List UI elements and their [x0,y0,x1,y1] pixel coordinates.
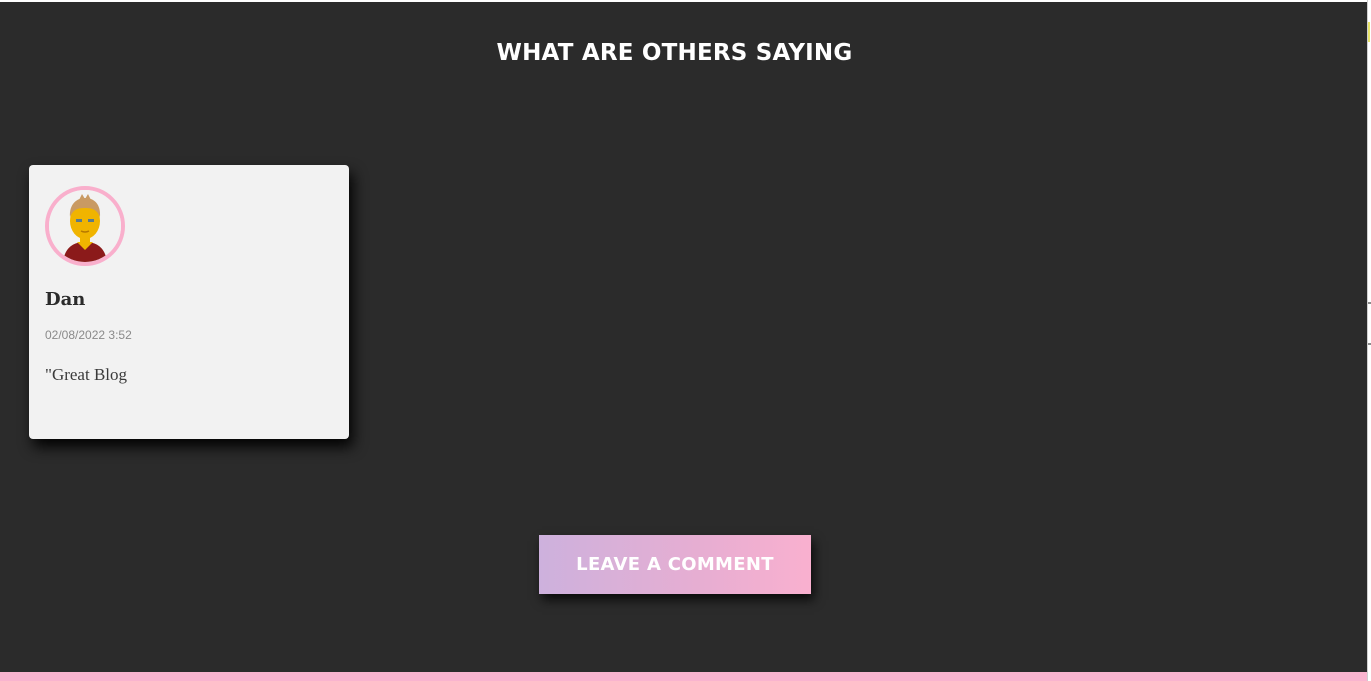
comment-date: 02/08/2022 3:52 [45,328,132,342]
section-heading: WHAT ARE OTHERS SAYING [496,40,853,66]
male-avatar-icon [49,190,121,262]
comment-text: "Great Blog [45,365,128,384]
edge-highlight [1368,22,1370,42]
scrollbar-edge[interactable] [1367,0,1371,681]
page: WHAT ARE OTHERS SAYING Dan 02/08/2022 3:… [0,0,1371,681]
leave-comment-button[interactable]: LEAVE A COMMENT [539,535,811,594]
comment-card: Dan 02/08/2022 3:52 "Great Blog [29,165,349,439]
footer-accent-bar [0,672,1367,681]
avatar [45,186,125,266]
commenter-name: Dan [45,289,86,310]
comments-section: WHAT ARE OTHERS SAYING Dan 02/08/2022 3:… [0,2,1367,672]
